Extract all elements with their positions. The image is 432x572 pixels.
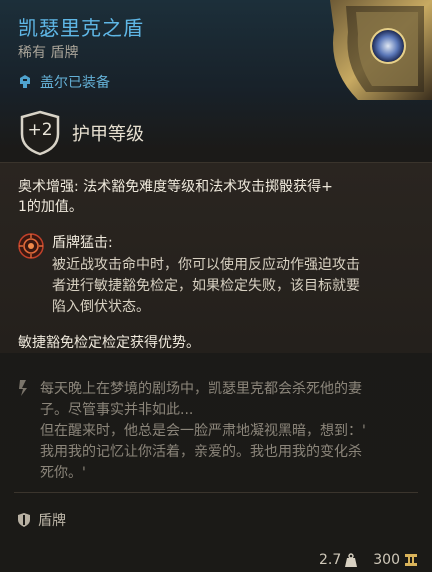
shield-bash-line-3: 陷入倒伏状态。 (52, 299, 150, 315)
helm-icon (20, 75, 30, 88)
gold-value: 300 (373, 552, 400, 568)
weight-icon (345, 553, 358, 567)
weight-value: 2.7 (319, 552, 342, 568)
item-footer: 2.7 300 (319, 552, 418, 568)
item-type-row: 盾牌 (18, 510, 66, 530)
item-name: 凯瑟里克之盾 (18, 16, 144, 40)
lore-line-5: 死你。' (40, 465, 86, 481)
shield-bash-description: 被近战攻击命中时，你可以使用反应动作强迫攻击 者进行敏捷豁免检定，如果检定失败，… (52, 255, 416, 318)
quote-icon (19, 380, 27, 396)
lore-line-3: 但在醒来时，他总是会一脸严肃地凝视黑暗，想到：' (40, 423, 366, 439)
arcane-line-2: 1的加值。 (18, 199, 83, 215)
arcane-line-1: 奥术增强: 法术豁免难度等级和法术攻击掷骰获得+ (18, 179, 333, 195)
divider (14, 492, 418, 493)
armor-class-label: 护甲等级 (72, 124, 144, 145)
shield-bash-icon[interactable] (18, 233, 44, 259)
shield-type-icon (18, 513, 30, 527)
equipped-status: 盖尔已装备 (18, 72, 110, 92)
equipped-label: 盖尔已装备 (40, 75, 110, 91)
item-tooltip: 凯瑟里克之盾 稀有 盾牌 盖尔已装备 +2 护甲等级 奥术增强: 法术豁免难度等… (0, 0, 432, 572)
effects-section: 奥术增强: 法术豁免难度等级和法术攻击掷骰获得+ 1的加值。 盾牌猛击: 被近战… (0, 162, 432, 353)
lore-line-1: 每天晚上在梦境的剧场中，凯瑟里克都会杀死他的妻 (40, 381, 362, 397)
arcane-enhancement-text: 奥术增强: 法术豁免难度等级和法术攻击掷骰获得+ 1的加值。 (18, 177, 414, 217)
item-type-label: 盾牌 (38, 513, 66, 529)
armor-class-bonus: +2 (27, 120, 53, 140)
lore-section: 每天晚上在梦境的剧场中，凯瑟里克都会杀死他的妻 子。尽管事实并非如此... 但在… (0, 365, 432, 485)
shield-bash-line-1: 被近战攻击命中时，你可以使用反应动作强迫攻击 (52, 257, 360, 273)
tooltip-header: 凯瑟里克之盾 稀有 盾牌 盖尔已装备 (0, 0, 432, 100)
gold-icon (405, 554, 417, 566)
lore-text: 每天晚上在梦境的剧场中，凯瑟里克都会杀死他的妻 子。尽管事实并非如此... 但在… (40, 379, 416, 484)
shield-art-icon (330, 0, 432, 100)
lore-line-4: 我用我的记忆让你活着，亲爱的。我也用我的变化杀 (40, 444, 362, 460)
lore-line-2: 子。尽管事实并非如此... (40, 402, 194, 418)
armor-class-badge: +2 (18, 110, 62, 156)
armor-class-row: +2 护甲等级 (18, 110, 144, 156)
shield-bash-line-2: 者进行敏捷豁免检定，如果检定失败，该目标就要 (52, 278, 360, 294)
item-rarity-type: 稀有 盾牌 (18, 45, 79, 61)
dex-advantage-text: 敏捷豁免检定检定获得优势。 (18, 335, 200, 351)
shield-bash-title: 盾牌猛击: (52, 235, 113, 251)
